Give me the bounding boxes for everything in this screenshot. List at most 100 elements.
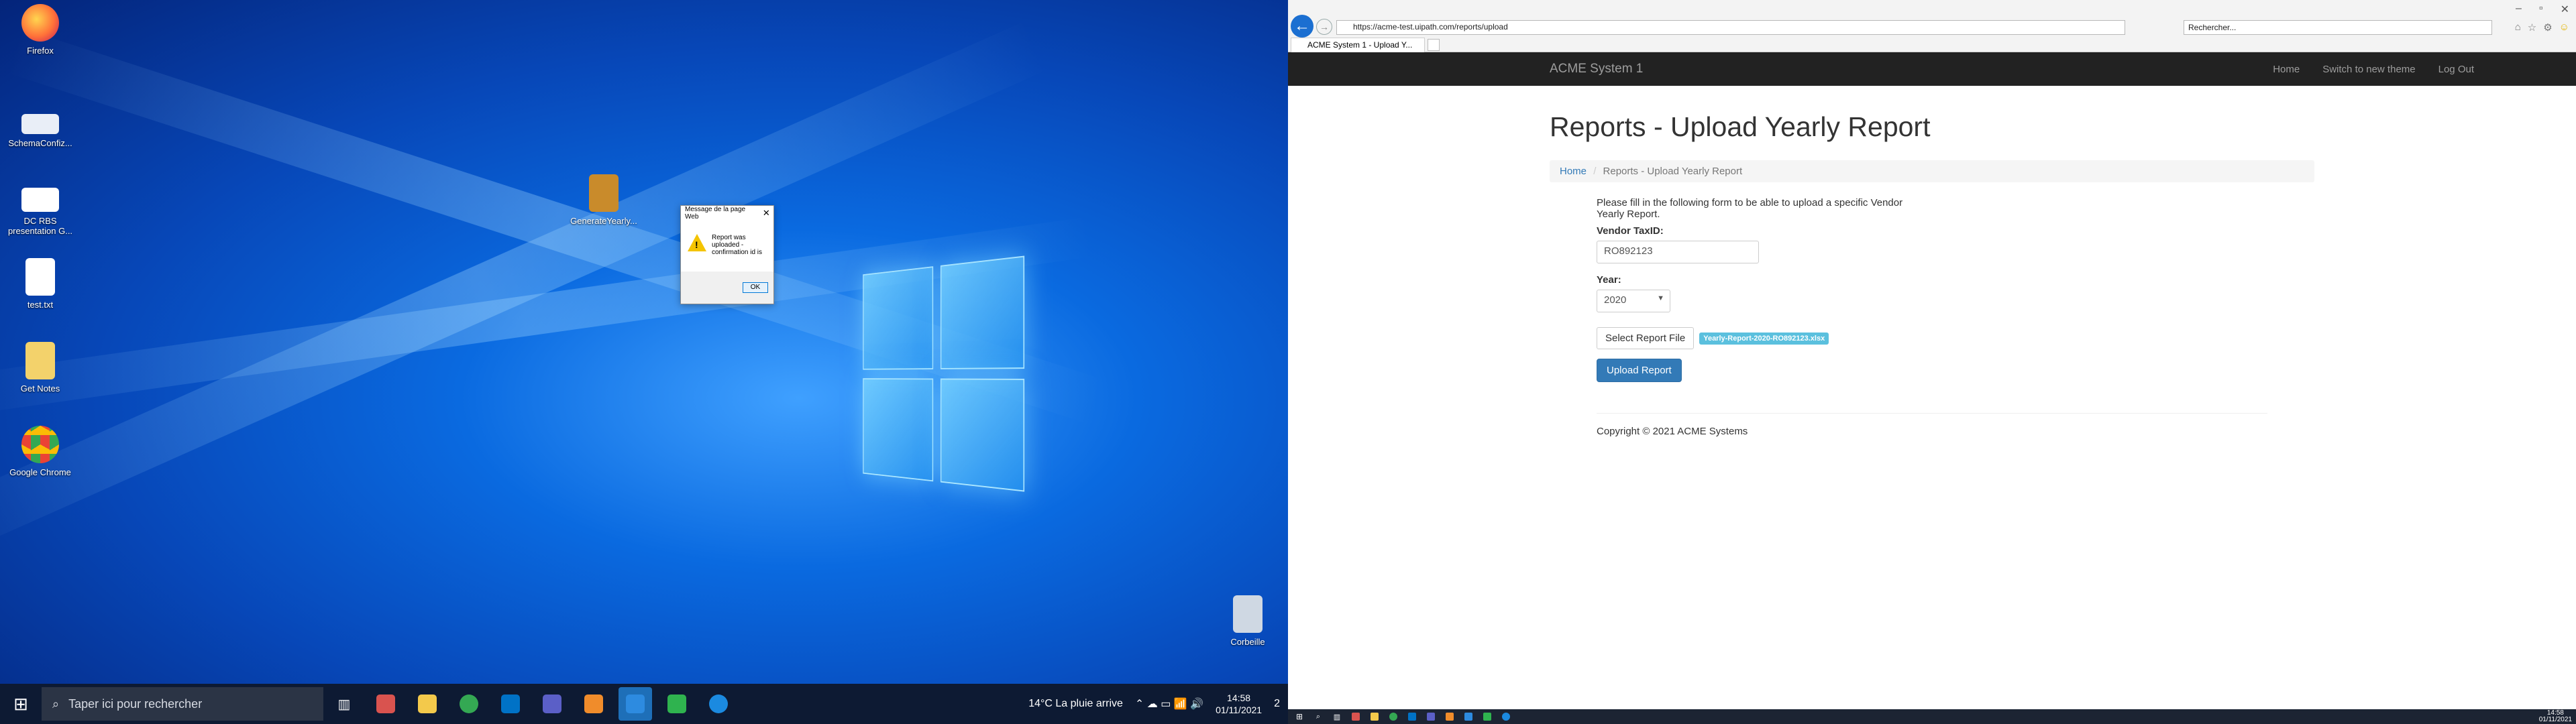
outlook-icon [501,695,520,713]
ok-button[interactable]: OK [743,282,768,293]
browser-chrome: ← → https://acme-test.uipath.com/reports… [1288,0,2576,52]
vendor-label: Vendor TaxID: [1597,225,1664,237]
footer: Copyright © 2021 ACME Systems [1597,413,2267,437]
uipath-icon[interactable] [1461,711,1476,723]
uipath-icon [626,695,645,713]
site-navbar: ACME System 1 Home Switch to new theme L… [1288,52,2576,86]
breadcrumb: Home / Reports - Upload Yearly Report [1550,160,2314,182]
tray-icons[interactable]: ⌃ ☁ ▭ 📶 🔊 [1135,697,1203,711]
select-file-button[interactable]: Select Report File [1597,327,1695,349]
search-icon[interactable]: ⌕ [1311,711,1326,723]
taskbar-right: ⊞ ⌕ ▥ 14:58 01/11/2021 [1288,709,2576,724]
presentation-icon [21,188,59,212]
address-bar[interactable]: https://acme-test.uipath.com/reports/upl… [1336,20,2125,35]
breadcrumb-current: Reports - Upload Yearly Report [1603,166,1743,177]
folder-icon [25,342,55,379]
taskbar-file-explorer[interactable] [411,687,444,721]
dialog-titlebar: Message de la page Web ✕ [681,206,773,221]
folder-icon [418,695,437,713]
close-icon[interactable]: ✕ [2561,3,2569,16]
browser-tab[interactable]: ACME System 1 - Upload Y... [1291,38,1425,52]
folder-icon[interactable] [1367,711,1382,723]
app-icon[interactable] [1442,711,1457,723]
browser-search[interactable]: Rechercher... [2184,20,2492,35]
back-button[interactable]: ← [1291,15,1313,38]
internet-explorer-icon[interactable] [1499,711,1513,723]
document-icon [21,114,59,134]
start-button[interactable]: ⊞ [4,687,38,721]
smiley-icon[interactable]: ☺ [2559,21,2569,34]
chrome-icon [460,695,478,713]
form-intro: Please fill in the following form to be … [1597,197,1903,220]
page-title: Reports - Upload Yearly Report [1550,111,1931,142]
nav-logout[interactable]: Log Out [2438,64,2474,75]
favorites-icon[interactable]: ☆ [2528,21,2536,34]
year-select[interactable]: 2020 ▼ [1597,290,1670,312]
dialog-message: Report was uploaded - confirmation id is [712,234,763,256]
desktop-icon-chrome[interactable]: Google Chrome [3,426,77,477]
taskbar-outlook[interactable] [494,687,527,721]
taskbar-uipath[interactable] [619,687,652,721]
settings-icon[interactable]: ⚙ [2543,21,2552,34]
minimize-icon[interactable]: – [2516,3,2522,16]
outlook-icon[interactable] [1405,711,1419,723]
vendor-taxid-input[interactable]: RO892123 [1597,241,1759,263]
forward-button[interactable]: → [1316,19,1332,35]
notification-badge[interactable]: 2 [1274,698,1280,710]
main-content: Reports - Upload Yearly Report Home / Re… [1550,111,2314,437]
desktop-icon-schema[interactable]: SchemaConfiz... [3,107,77,148]
desktop-icon-textfile[interactable]: test.txt [3,258,77,310]
browser-window: ← → https://acme-test.uipath.com/reports… [1288,0,2576,724]
year-label: Year: [1597,274,1621,286]
app-icon [584,695,603,713]
firefox-icon [21,4,59,42]
taskbar-app-3[interactable] [660,687,694,721]
maximize-icon[interactable]: ▫ [2539,3,2543,16]
screen: Firefox SchemaConfiz... DC RBS presentat… [0,0,2576,724]
desktop-icon-presentation[interactable]: DC RBS presentation G... [3,188,77,236]
close-icon[interactable]: ✕ [759,208,773,219]
desktop-icon-firefox[interactable]: Firefox [3,4,77,56]
breadcrumb-home[interactable]: Home [1560,166,1587,177]
taskbar-app-1[interactable] [369,687,402,721]
taskbar-ie[interactable] [702,687,735,721]
desktop-icon-recycle-bin[interactable]: Corbeille [1211,595,1285,647]
app-icon[interactable] [1480,711,1495,723]
start-button-small[interactable]: ⊞ [1292,711,1307,723]
internet-explorer-icon [709,695,728,713]
app-icon[interactable] [1348,711,1363,723]
desktop-left: Firefox SchemaConfiz... DC RBS presentat… [0,0,1288,724]
desktop-icon-generate[interactable]: GenerateYearly... [567,174,641,226]
app-icon [667,695,686,713]
system-tray: 14°C La pluie arrive ⌃ ☁ ▭ 📶 🔊 14:58 01/… [1028,692,1288,716]
weather[interactable]: 14°C La pluie arrive [1028,698,1123,710]
task-view-button[interactable]: ▥ [327,687,361,721]
home-icon[interactable]: ⌂ [2515,21,2521,34]
task-view-icon[interactable]: ▥ [1330,711,1344,723]
caret-down-icon: ▼ [1657,294,1664,302]
clock-small[interactable]: 14:58 01/11/2021 [2539,710,2572,723]
taskbar-search[interactable]: ⌕ Taper ici pour rechercher [42,687,323,721]
dialog-body: ! Report was uploaded - confirmation id … [681,221,773,272]
taskbar-teams[interactable] [535,687,569,721]
chrome-icon[interactable] [1386,711,1401,723]
taskbar-left: ⊞ ⌕ Taper ici pour rechercher ▥ 14°C La … [0,684,1288,724]
nav-switch-theme[interactable]: Switch to new theme [2322,64,2415,75]
teams-icon [543,695,561,713]
clock[interactable]: 14:58 01/11/2021 [1216,692,1262,716]
teams-icon[interactable] [1424,711,1438,723]
taskbar-app-2[interactable] [577,687,610,721]
app-icon [376,695,395,713]
desktop-icon-notes[interactable]: Get Notes [3,342,77,394]
text-file-icon [25,258,55,296]
file-name-badge: Yearly-Report-2020-RO892123.xlsx [1699,332,1829,345]
window-controls: – ▫ ✕ [2516,3,2569,16]
upload-form: Please fill in the following form to be … [1597,197,1932,382]
alert-dialog: Message de la page Web ✕ ! Report was up… [680,205,774,304]
nav-home[interactable]: Home [2273,64,2300,75]
site-brand[interactable]: ACME System 1 [1550,62,1643,76]
taskbar-chrome[interactable] [452,687,486,721]
recycle-bin-icon [1233,595,1263,633]
new-tab-button[interactable] [1428,39,1440,51]
upload-report-button[interactable]: Upload Report [1597,359,1682,382]
